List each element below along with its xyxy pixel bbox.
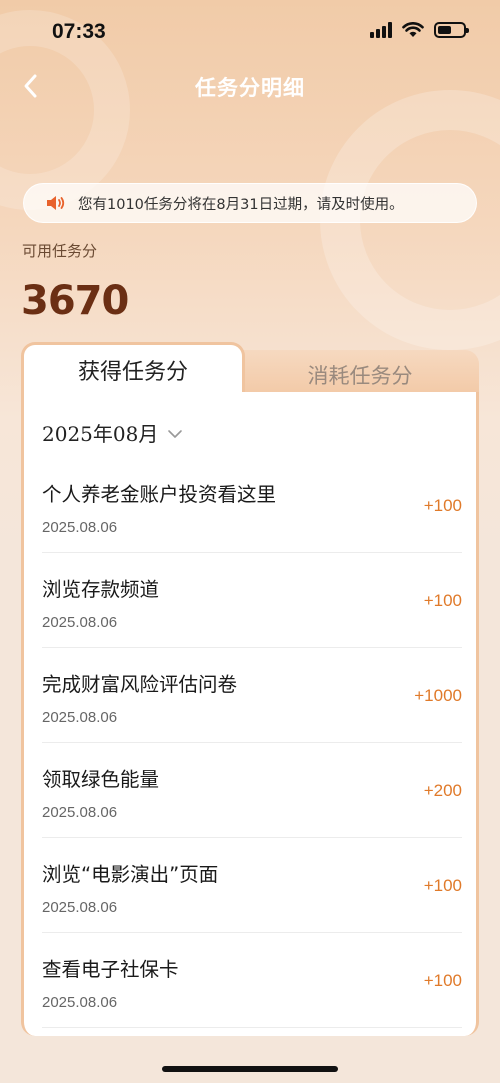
expiry-notice: 您有1010任务分将在8月31日过期，请及时使用。 <box>23 183 477 223</box>
record-title: 完成财富风险评估问卷 <box>42 673 238 696</box>
chevron-down-icon <box>168 429 183 438</box>
records-card: 2025年08月 个人养老金账户投资看这里 2025.08.06 +100 浏览… <box>21 392 479 1036</box>
record-title: 浏览存款频道 <box>42 578 160 601</box>
speaker-icon <box>47 196 65 210</box>
list-item[interactable]: 浏览“电影演出”页面 2025.08.06 +100 <box>42 838 462 933</box>
month-label: 2025年08月 <box>42 422 159 446</box>
record-points: +100 <box>423 591 462 610</box>
status-icons <box>370 22 469 38</box>
record-points: +100 <box>423 876 462 895</box>
list-item[interactable]: 个人养老金账户投资看这里 2025.08.06 +100 <box>42 458 462 553</box>
status-time: 07:33 <box>52 20 106 43</box>
record-date: 2025.08.06 <box>42 899 118 916</box>
navigation-bar: 任务分明细 <box>0 64 500 108</box>
record-date: 2025.08.06 <box>42 709 118 726</box>
page-title: 任务分明细 <box>195 76 305 100</box>
list-item[interactable]: 浏览存款频道 2025.08.06 +100 <box>42 553 462 648</box>
record-title: 浏览“电影演出”页面 <box>42 863 219 886</box>
cellular-signal-icon <box>370 22 392 38</box>
record-date: 2025.08.06 <box>42 519 118 536</box>
record-points: +100 <box>423 496 462 515</box>
record-date: 2025.08.06 <box>42 804 118 821</box>
tab-label: 消耗任务分 <box>307 364 413 388</box>
record-title: 查看电子社保卡 <box>42 958 179 981</box>
list-item[interactable]: 领取绿色能量 2025.08.06 +200 <box>42 743 462 838</box>
record-points: +100 <box>423 971 462 990</box>
list-item[interactable]: 查看电子社保卡 2025.08.06 +100 <box>42 933 462 1028</box>
list-item[interactable]: 完成财富风险评估问卷 2025.08.06 +1000 <box>42 648 462 743</box>
balance-label: 可用任务分 <box>22 242 98 260</box>
month-selector[interactable]: 2025年08月 <box>42 418 184 447</box>
battery-icon <box>434 22 469 38</box>
record-points: +200 <box>423 781 462 800</box>
wifi-icon <box>402 22 424 37</box>
tab-label: 获得任务分 <box>77 360 188 385</box>
balance-value: 3670 <box>21 278 129 324</box>
record-points: +1000 <box>414 686 462 705</box>
record-title: 领取绿色能量 <box>42 768 160 791</box>
home-indicator[interactable] <box>162 1066 338 1072</box>
record-date: 2025.08.06 <box>42 614 118 631</box>
record-title: 个人养老金账户投资看这里 <box>42 483 277 506</box>
status-bar: 07:33 <box>0 0 500 64</box>
records-list: 个人养老金账户投资看这里 2025.08.06 +100 浏览存款频道 2025… <box>42 458 462 1028</box>
notice-text: 您有1010任务分将在8月31日过期，请及时使用。 <box>78 196 404 213</box>
record-date: 2025.08.06 <box>42 994 118 1011</box>
